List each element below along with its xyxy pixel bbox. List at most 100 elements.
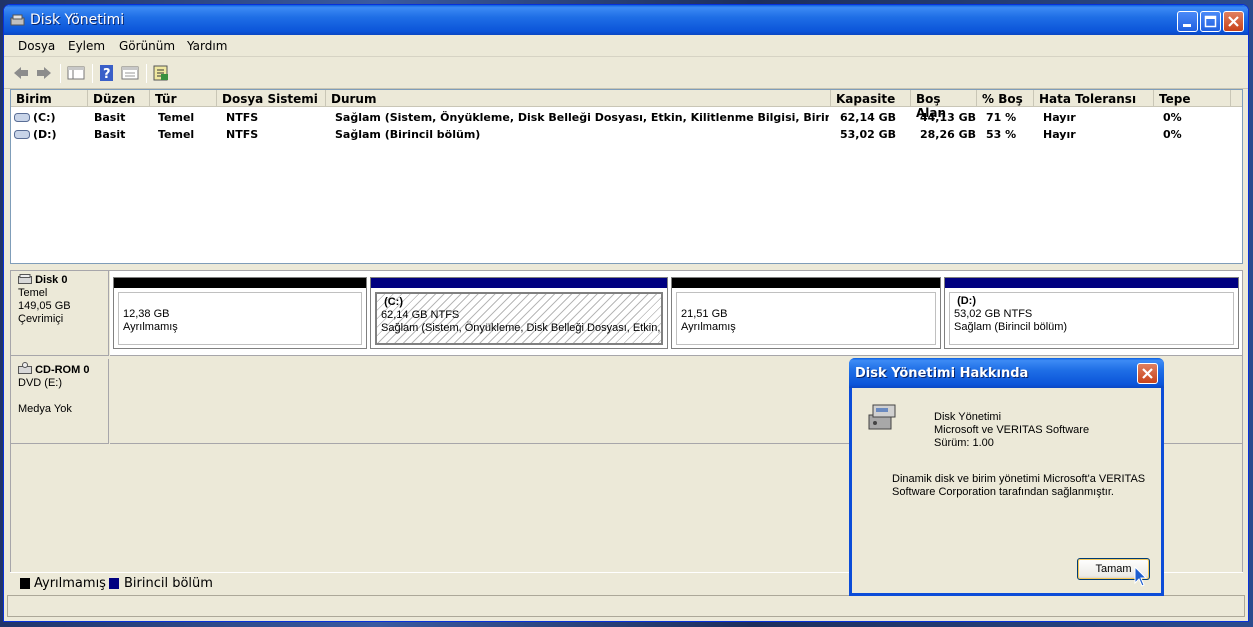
partition-color-bar: [371, 278, 667, 288]
partition-status: Sağlam (Birincil bölüm): [954, 321, 1068, 333]
volume-name: (C:): [33, 111, 56, 124]
menu-gorunum[interactable]: Görünüm: [119, 39, 175, 53]
status-cell: Sağlam (Sistem, Önyükleme, Disk Belleği …: [335, 111, 829, 124]
volume-icon: [14, 113, 30, 122]
legend-label: Ayrılmamış: [34, 576, 106, 591]
toolbar-separator: [146, 64, 147, 83]
partition-status: Sağlam (Sistem, Önyükleme, Disk Belleği …: [381, 322, 663, 334]
free-space-cell: 44,13 GB: [920, 111, 976, 124]
column-header[interactable]: Birim: [11, 90, 88, 107]
about-description-line1: Dinamik disk ve birim yönetimi Microsoft…: [892, 473, 1146, 485]
window-title: Disk Yönetimi: [30, 12, 125, 28]
disk0-name: Disk 0: [35, 274, 68, 286]
filesystem-cell: NTFS: [226, 128, 259, 141]
menu-dosya[interactable]: Dosya: [18, 39, 55, 53]
partition-size: 12,38 GB: [123, 308, 170, 320]
cdrom0-drive: DVD (E:): [18, 377, 62, 389]
cdrom0-label[interactable]: CD-ROM 0 DVD (E:) Medya Yok: [11, 359, 109, 444]
minimize-icon: [1183, 24, 1191, 27]
partition-color-bar: [114, 278, 366, 288]
overhead-cell: 0%: [1163, 111, 1182, 124]
disk0-size: 149,05 GB: [18, 300, 71, 312]
volume-icon: [14, 130, 30, 139]
fault-tolerance-cell: Hayır: [1043, 128, 1076, 141]
column-header[interactable]: Boş Alan: [911, 90, 977, 120]
disk0-type: Temel: [18, 287, 48, 299]
minimize-button[interactable]: [1177, 11, 1198, 32]
fault-tolerance-cell: Hayır: [1043, 111, 1076, 124]
toolbar-separator: [92, 64, 93, 83]
free-space-cell: 28,26 GB: [920, 128, 976, 141]
column-header[interactable]: Tür: [150, 90, 217, 107]
dialog-title: Disk Yönetimi Hakkında: [855, 366, 1029, 381]
volume-list: Birim Düzen Tür Dosya Sistemi Durum Kapa…: [10, 89, 1243, 264]
partition-status: Ayrılmamış: [681, 321, 736, 333]
status-cell: Sağlam (Birincil bölüm): [335, 128, 481, 141]
disk0-status: Çevrimiçi: [18, 313, 64, 325]
dialog-title-bar[interactable]: Disk Yönetimi Hakkında: [849, 358, 1164, 388]
back-arrow-icon[interactable]: [12, 65, 30, 81]
layout-cell: Basit: [94, 128, 126, 141]
close-button[interactable]: [1223, 11, 1244, 32]
partition-size: 53,02 GB NTFS: [954, 308, 1033, 320]
properties-icon[interactable]: [121, 65, 139, 81]
cdrom0-status: Medya Yok: [18, 403, 72, 415]
partition-status: Ayrılmamış: [123, 321, 178, 333]
partition-body: 12,38 GB Ayrılmamış: [118, 292, 362, 345]
partition-body: (D:) 53,02 GB NTFS Sağlam (Birincil bölü…: [949, 292, 1234, 345]
about-vendor: Microsoft ve VERITAS Software: [934, 424, 1090, 436]
title-bar[interactable]: Disk Yönetimi: [4, 5, 1248, 35]
menu-eylem[interactable]: Eylem: [68, 39, 105, 53]
partition-c[interactable]: (C:) 62,14 GB NTFS Sağlam (Sistem, Önyük…: [370, 277, 668, 349]
show-hide-console-tree-icon[interactable]: [67, 65, 85, 81]
list-header: Birim Düzen Tür Dosya Sistemi Durum Kapa…: [11, 90, 1242, 120]
help-icon[interactable]: ?: [98, 65, 116, 81]
partition-d[interactable]: (D:) 53,02 GB NTFS Sağlam (Birincil bölü…: [944, 277, 1239, 349]
maximize-button[interactable]: [1200, 11, 1221, 32]
volume-name: (D:): [33, 128, 57, 141]
dialog-close-button[interactable]: [1137, 363, 1158, 384]
legend-swatch-unallocated: [20, 578, 30, 589]
close-icon: [1142, 368, 1153, 379]
column-header[interactable]: Durum: [326, 90, 831, 107]
toolbar: ?: [4, 58, 1248, 89]
table-row[interactable]: (C:) Basit Temel NTFS Sağlam (Sistem, Ön…: [11, 109, 1242, 126]
export-icon[interactable]: [152, 65, 170, 81]
column-header[interactable]: Düzen: [88, 90, 150, 107]
column-header[interactable]: Tepe: [1154, 90, 1231, 107]
maximize-icon: [1204, 15, 1217, 28]
mouse-cursor-icon: [1134, 566, 1148, 587]
percent-free-cell: 53 %: [986, 128, 1017, 141]
partition-body: 21,51 GB Ayrılmamış: [676, 292, 936, 345]
partition-unallocated[interactable]: 21,51 GB Ayrılmamış: [671, 277, 941, 349]
disk-management-app-icon: [10, 14, 25, 26]
close-icon: [1228, 16, 1239, 27]
partition-color-bar: [945, 278, 1238, 288]
about-app-name: Disk Yönetimi: [934, 411, 1002, 423]
disk-management-icon: [868, 404, 896, 430]
disk0-label[interactable]: Disk 0 Temel 149,05 GB Çevrimiçi: [11, 271, 109, 356]
hard-disk-icon: [18, 274, 32, 284]
legend-swatch-primary: [109, 578, 119, 589]
column-header[interactable]: Dosya Sistemi: [217, 90, 326, 107]
column-header[interactable]: Kapasite: [831, 90, 911, 107]
partition-color-bar: [672, 278, 940, 288]
partition-body: (C:) 62,14 GB NTFS Sağlam (Sistem, Önyük…: [375, 292, 663, 345]
capacity-cell: 53,02 GB: [840, 128, 897, 141]
partition-title: (C:): [384, 296, 403, 308]
partition-size: 21,51 GB: [681, 308, 728, 320]
forward-arrow-icon[interactable]: [35, 65, 53, 81]
menu-yardim[interactable]: Yardım: [187, 39, 227, 53]
menu-bar: Dosya Eylem Görünüm Yardım: [4, 35, 1248, 57]
about-dialog: Disk Yönetimi Hakkında Disk Yönetimi Mic…: [849, 358, 1164, 596]
layout-cell: Basit: [94, 111, 126, 124]
column-header[interactable]: Hata Toleransı: [1034, 90, 1154, 107]
svg-text:?: ?: [103, 67, 111, 81]
capacity-cell: 62,14 GB: [840, 111, 897, 124]
filesystem-cell: NTFS: [226, 111, 259, 124]
partition-unallocated[interactable]: 12,38 GB Ayrılmamış: [113, 277, 367, 349]
cdrom-icon: [18, 362, 32, 374]
type-cell: Temel: [158, 111, 195, 124]
table-row[interactable]: (D:) Basit Temel NTFS Sağlam (Birincil b…: [11, 126, 1242, 143]
column-header[interactable]: % Boş: [977, 90, 1034, 107]
